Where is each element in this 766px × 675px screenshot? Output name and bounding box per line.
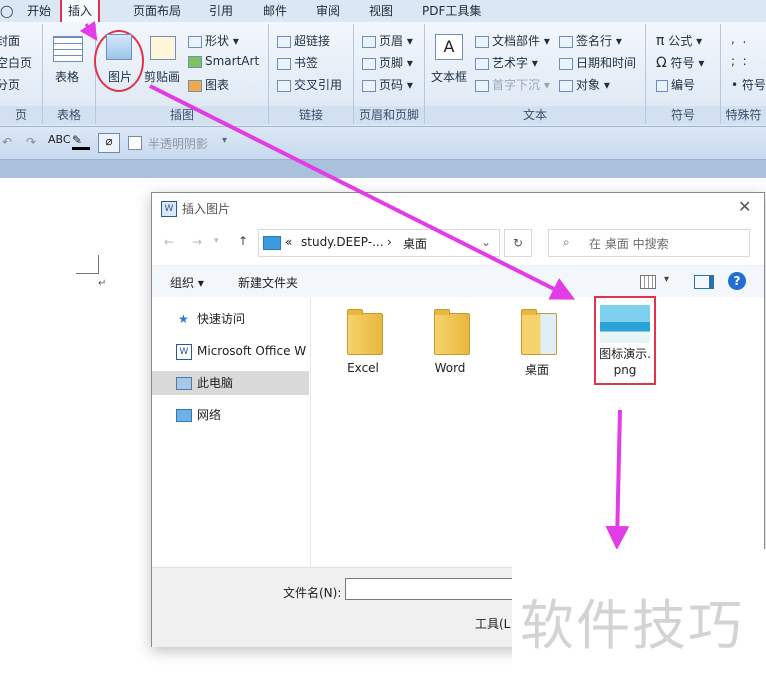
arrow-picture-to-file (149, 84, 576, 300)
watermark-panel: 软件技巧 (512, 549, 766, 675)
arrow-file-to-insert (605, 409, 630, 550)
watermark-text: 软件技巧 (520, 594, 744, 657)
arrow-tab-to-picture (79, 21, 98, 41)
